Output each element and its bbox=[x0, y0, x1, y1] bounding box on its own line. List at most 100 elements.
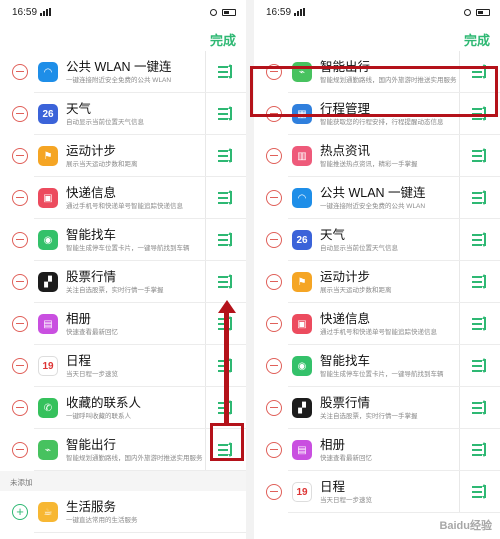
remove-card-button[interactable] bbox=[12, 442, 28, 458]
card-row[interactable]: ◠ 公共 WLAN 一键连 一键连接附近安全免费的公共 WLAN bbox=[0, 51, 246, 93]
battery-icon bbox=[476, 8, 490, 16]
row-separator bbox=[459, 135, 460, 177]
add-card-button[interactable]: + bbox=[12, 504, 28, 520]
reorder-handle-icon[interactable] bbox=[472, 232, 488, 248]
reorder-handle-icon[interactable] bbox=[472, 400, 488, 416]
done-button[interactable]: 完成 bbox=[210, 30, 236, 49]
phone-icon: ✆ bbox=[38, 398, 58, 418]
smart-travel-icon: ⌁ bbox=[38, 440, 58, 460]
card-row[interactable]: ⚑ 运动计步 展示当天运动步数和距离 bbox=[0, 135, 246, 177]
card-title: 生活服务 bbox=[66, 499, 117, 514]
remove-card-button[interactable] bbox=[266, 442, 282, 458]
remove-card-button[interactable] bbox=[266, 232, 282, 248]
remove-card-button[interactable] bbox=[266, 148, 282, 164]
stock-chart-icon: ▞ bbox=[292, 398, 312, 418]
reorder-handle-icon[interactable] bbox=[472, 190, 488, 206]
card-row[interactable]: ◉ 智能找车 智能生成停车位置卡片，一键导航找到车辆 bbox=[0, 219, 246, 261]
delivery-truck-icon: ▣ bbox=[292, 314, 312, 334]
clock: 16:59 bbox=[266, 6, 292, 18]
card-row[interactable]: ⚑ 运动计步 展示当天运动步数和距离 bbox=[254, 261, 500, 303]
card-row[interactable]: ◉ 智能找车 智能生成停车位置卡片，一键导航找到车辆 bbox=[254, 345, 500, 387]
reorder-handle-icon[interactable] bbox=[472, 484, 488, 500]
clock: 16:59 bbox=[12, 6, 38, 18]
card-row[interactable]: ▤ 相册 快速查看最新回忆 bbox=[254, 429, 500, 471]
reorder-handle-icon[interactable] bbox=[472, 358, 488, 374]
car-pin-icon: ◉ bbox=[292, 356, 312, 376]
reorder-handle-icon[interactable] bbox=[218, 274, 234, 290]
reorder-handle-icon[interactable] bbox=[218, 190, 234, 206]
remove-card-button[interactable] bbox=[266, 316, 282, 332]
calendar-icon: 19 bbox=[292, 482, 312, 502]
remove-card-button[interactable] bbox=[12, 148, 28, 164]
reorder-handle-icon[interactable] bbox=[472, 148, 488, 164]
card-row[interactable]: 26 天气 自动显示当前位置天气信息 bbox=[0, 93, 246, 135]
moved-card-highlight bbox=[250, 66, 498, 117]
card-row[interactable]: ▣ 快递信息 通过手机号和快递单号智能追踪快递信息 bbox=[254, 303, 500, 345]
reorder-handle-icon[interactable] bbox=[218, 148, 234, 164]
card-row[interactable]: + ☕ 生活服务 一键直达常用的生活服务 bbox=[0, 491, 246, 533]
stock-chart-icon: ▞ bbox=[38, 272, 58, 292]
remove-card-button[interactable] bbox=[12, 190, 28, 206]
card-row[interactable]: ▞ 股票行情 关注自选股票，实时行情一手掌握 bbox=[0, 261, 246, 303]
card-row[interactable]: ▤ 相册 快速查看最新回忆 bbox=[0, 303, 246, 345]
card-row[interactable]: ▥ 热点资讯 智能推送热点资讯，精彩一手掌握 bbox=[254, 135, 500, 177]
card-row[interactable]: 19 日程 当天日程一步速览 bbox=[0, 345, 246, 387]
row-separator bbox=[459, 345, 460, 387]
card-row[interactable]: ▣ 快递信息 通过手机号和快递单号智能追踪快递信息 bbox=[0, 177, 246, 219]
wifi-icon: ◠ bbox=[38, 62, 58, 82]
unadded-card-list: + ☕ 生活服务 一键直达常用的生活服务 bbox=[0, 491, 246, 533]
card-row[interactable]: 26 天气 自动显示当前位置天气信息 bbox=[254, 219, 500, 261]
row-separator bbox=[459, 219, 460, 261]
photo-album-icon: ▤ bbox=[292, 440, 312, 460]
row-separator bbox=[205, 345, 206, 387]
remove-card-button[interactable] bbox=[12, 232, 28, 248]
reorder-handle-icon[interactable] bbox=[218, 106, 234, 122]
status-bar: 16:59 bbox=[0, 0, 246, 24]
remove-card-button[interactable] bbox=[12, 358, 28, 374]
added-card-list: ⌁ 智能出行 智能规划通勤路线，国内外旅游时推送实用服务 ▦ 行程管理 智能获取您的行程安… bbox=[254, 51, 500, 513]
remove-card-button[interactable] bbox=[266, 190, 282, 206]
drag-handle-highlight bbox=[210, 423, 244, 461]
row-separator bbox=[205, 177, 206, 219]
card-text: 生活服务 一键直达常用的生活服务 bbox=[66, 500, 246, 525]
added-card-list: ◠ 公共 WLAN 一键连 一键连接附近安全免费的公共 WLAN 26 天气 自动显示当前… bbox=[0, 51, 246, 471]
remove-card-button[interactable] bbox=[12, 64, 28, 80]
wifi-icon: ◠ bbox=[292, 188, 312, 208]
reorder-handle-icon[interactable] bbox=[472, 442, 488, 458]
row-separator bbox=[205, 93, 206, 135]
signal-icon bbox=[40, 8, 52, 16]
card-row[interactable]: ▞ 股票行情 关注自选股票，实时行情一手掌握 bbox=[254, 387, 500, 429]
row-separator bbox=[205, 387, 206, 429]
remove-card-button[interactable] bbox=[12, 106, 28, 122]
remove-card-button[interactable] bbox=[12, 274, 28, 290]
walking-icon: ⚑ bbox=[38, 146, 58, 166]
remove-card-button[interactable] bbox=[266, 400, 282, 416]
row-separator bbox=[205, 51, 206, 93]
remove-card-button[interactable] bbox=[266, 484, 282, 500]
watermark: Baidu经验 bbox=[439, 520, 492, 532]
row-separator bbox=[459, 303, 460, 345]
life-service-icon: ☕ bbox=[38, 502, 58, 522]
row-separator bbox=[459, 177, 460, 219]
done-button[interactable]: 完成 bbox=[464, 30, 490, 49]
delivery-truck-icon: ▣ bbox=[38, 188, 58, 208]
car-pin-icon: ◉ bbox=[38, 230, 58, 250]
reorder-handle-icon[interactable] bbox=[472, 274, 488, 290]
news-icon: ▥ bbox=[292, 146, 312, 166]
row-separator bbox=[205, 429, 206, 471]
reorder-handle-icon[interactable] bbox=[218, 64, 234, 80]
reorder-handle-icon[interactable] bbox=[218, 232, 234, 248]
row-separator bbox=[459, 387, 460, 429]
drag-up-arrow bbox=[224, 312, 229, 424]
remove-card-button[interactable] bbox=[266, 274, 282, 290]
remove-card-button[interactable] bbox=[12, 400, 28, 416]
remove-card-button[interactable] bbox=[12, 316, 28, 332]
reorder-handle-icon[interactable] bbox=[472, 316, 488, 332]
card-row[interactable]: ◠ 公共 WLAN 一键连 一键连接附近安全免费的公共 WLAN bbox=[254, 177, 500, 219]
photo-album-icon: ▤ bbox=[38, 314, 58, 334]
card-row[interactable]: 19 日程 当天日程一步速览 bbox=[254, 471, 500, 513]
walking-icon: ⚑ bbox=[292, 272, 312, 292]
weather-icon: 26 bbox=[38, 104, 58, 124]
calendar-icon: 19 bbox=[38, 356, 58, 376]
remove-card-button[interactable] bbox=[266, 358, 282, 374]
